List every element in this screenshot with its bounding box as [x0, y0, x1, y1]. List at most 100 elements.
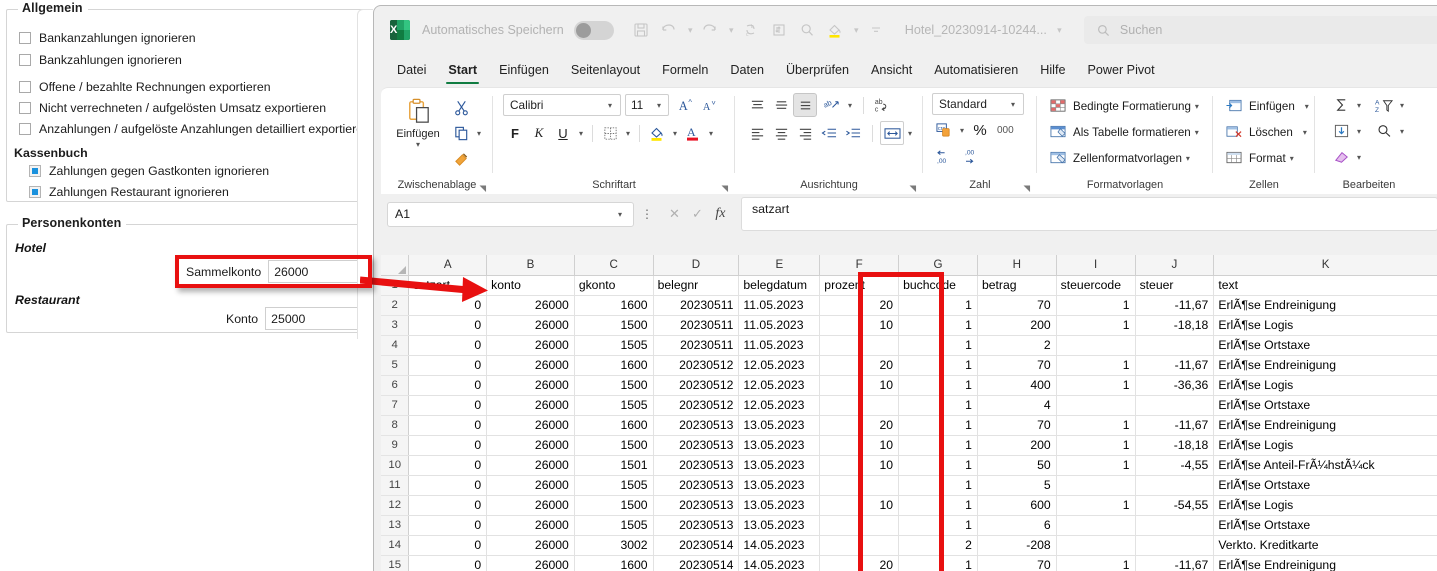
cell[interactable]: 10: [819, 375, 900, 396]
conditional-formatting-button[interactable]: Bedingte Formatierung ▾: [1047, 93, 1203, 119]
cell[interactable]: ErlÃ¶se Logis: [1213, 435, 1437, 456]
cell[interactable]: gkonto: [574, 275, 654, 296]
cell[interactable]: 1500: [574, 495, 654, 516]
cell[interactable]: 14.05.2023: [738, 555, 821, 571]
decrease-font-size-icon[interactable]: A ˅: [698, 93, 722, 117]
tab-hilfe[interactable]: Hilfe: [1029, 55, 1076, 85]
cell[interactable]: 0: [408, 415, 488, 436]
cell[interactable]: 20230513: [653, 515, 740, 536]
cell[interactable]: 13.05.2023: [738, 475, 821, 496]
font-color-icon[interactable]: A: [681, 121, 705, 145]
cell[interactable]: 0: [408, 335, 488, 356]
cell[interactable]: 13.05.2023: [738, 415, 821, 436]
merge-cells-icon[interactable]: [880, 121, 904, 145]
align-right-icon[interactable]: [793, 121, 817, 145]
cell[interactable]: 0: [408, 315, 488, 336]
formula-input[interactable]: satzart: [740, 197, 1437, 231]
cell[interactable]: 1: [1056, 495, 1136, 516]
decrease-indent-icon[interactable]: [817, 121, 841, 145]
cell[interactable]: [819, 335, 900, 356]
cell[interactable]: 12.05.2023: [738, 355, 821, 376]
cell[interactable]: text: [1213, 275, 1437, 296]
save-icon[interactable]: [628, 17, 654, 43]
cell[interactable]: [1056, 395, 1136, 416]
format-painter-icon[interactable]: [449, 147, 473, 171]
cell[interactable]: 400: [977, 375, 1057, 396]
checkbox-anzahlungen[interactable]: [19, 123, 31, 135]
align-top-icon[interactable]: [745, 93, 769, 117]
cell[interactable]: ErlÃ¶se Endreinigung: [1213, 355, 1437, 376]
table-row[interactable]: 15 0 26000 1600 20230514 14.05.2023 20 1 70 1 -11,…: [381, 555, 1437, 571]
table-row[interactable]: 13 0 26000 1505 20230513 13.05.2023 1 6 ErlÃ¶se …: [381, 515, 1437, 536]
cell[interactable]: -18,18: [1135, 435, 1215, 456]
cell[interactable]: 20: [819, 295, 900, 316]
cell[interactable]: 0: [408, 515, 488, 536]
cell[interactable]: 26000: [486, 335, 575, 356]
cell[interactable]: 26000: [486, 315, 575, 336]
cell[interactable]: [1056, 335, 1136, 356]
font-color-dropdown-icon[interactable]: ▾: [705, 129, 717, 138]
table-row[interactable]: 7 0 26000 1505 20230512 12.05.2023 1 4 ErlÃ¶se O…: [381, 395, 1437, 416]
cell[interactable]: 26000: [486, 375, 575, 396]
cell[interactable]: [1135, 515, 1215, 536]
font-name-select[interactable]: Calibri ▾: [503, 94, 621, 116]
row-header[interactable]: 4: [381, 335, 410, 356]
insert-cells-button[interactable]: Einfügen ▾: [1223, 93, 1313, 119]
cell[interactable]: 20230513: [653, 495, 740, 516]
cell[interactable]: [1056, 515, 1136, 536]
row-header[interactable]: 13: [381, 515, 410, 536]
column-header-d[interactable]: D: [653, 255, 740, 276]
fill-series-icon[interactable]: [1329, 119, 1353, 143]
cell[interactable]: 26000: [486, 415, 575, 436]
check-icon[interactable]: ✓: [686, 203, 709, 226]
cell[interactable]: 1: [898, 315, 978, 336]
cell[interactable]: [1056, 475, 1136, 496]
konto-input[interactable]: [265, 307, 363, 330]
paste-button[interactable]: Einfügen ▾: [389, 93, 447, 149]
cell[interactable]: [819, 535, 900, 556]
checkbox-row-offene-rechnungen[interactable]: Offene / bezahlte Rechnungen exportieren: [19, 80, 271, 94]
cell[interactable]: [1135, 335, 1215, 356]
cell-styles-dropdown-icon[interactable]: ▾: [1182, 154, 1194, 163]
cell[interactable]: 1: [1056, 355, 1136, 376]
row-header[interactable]: 8: [381, 415, 410, 436]
row-header[interactable]: 14: [381, 535, 410, 556]
cell[interactable]: 1: [1056, 555, 1136, 571]
align-center-icon[interactable]: [769, 121, 793, 145]
fill-color-dropdown-icon[interactable]: ▾: [669, 129, 681, 138]
cell[interactable]: 20: [819, 555, 900, 571]
cell[interactable]: -11,67: [1135, 355, 1215, 376]
cell[interactable]: 20230512: [653, 395, 740, 416]
tab-formeln[interactable]: Formeln: [651, 55, 719, 85]
table-row[interactable]: 2 0 26000 1600 20230511 11.05.2023 20 1 70 1 -11,6…: [381, 295, 1437, 316]
row-header[interactable]: 5: [381, 355, 410, 376]
copy-icon[interactable]: [449, 121, 473, 145]
table-row[interactable]: 4 0 26000 1505 20230511 11.05.2023 1 2 ErlÃ¶se O…: [381, 335, 1437, 356]
cell[interactable]: -54,55: [1135, 495, 1215, 516]
cell[interactable]: 1501: [574, 455, 654, 476]
checkbox-row-zahlungen-gastkonten[interactable]: Zahlungen gegen Gastkonten ignorieren: [29, 164, 269, 178]
cell[interactable]: 70: [977, 415, 1057, 436]
cell[interactable]: 200: [977, 435, 1057, 456]
cell[interactable]: ErlÃ¶se Logis: [1213, 375, 1437, 396]
column-header-f[interactable]: F: [819, 255, 900, 276]
cell[interactable]: 0: [408, 475, 488, 496]
cell[interactable]: 26000: [486, 475, 575, 496]
cell[interactable]: 26000: [486, 515, 575, 536]
cell[interactable]: 0: [408, 435, 488, 456]
row-header[interactable]: 12: [381, 495, 410, 516]
cell[interactable]: 2: [977, 335, 1057, 356]
cell[interactable]: 20230511: [653, 295, 740, 316]
row-header[interactable]: 7: [381, 395, 410, 416]
cell[interactable]: 20230512: [653, 355, 740, 376]
checkbox-bankanzahlungen[interactable]: [19, 32, 31, 44]
cell[interactable]: ErlÃ¶se Endreinigung: [1213, 415, 1437, 436]
checkbox-offene-rechnungen[interactable]: [19, 81, 31, 93]
cell[interactable]: 1: [898, 355, 978, 376]
row-header[interactable]: 15: [381, 555, 410, 571]
cell[interactable]: ErlÃ¶se Endreinigung: [1213, 555, 1437, 571]
fill-color-dropdown-icon[interactable]: ▾: [850, 17, 863, 43]
cell[interactable]: 11.05.2023: [738, 315, 821, 336]
cell[interactable]: [819, 475, 900, 496]
cell[interactable]: 12.05.2023: [738, 375, 821, 396]
